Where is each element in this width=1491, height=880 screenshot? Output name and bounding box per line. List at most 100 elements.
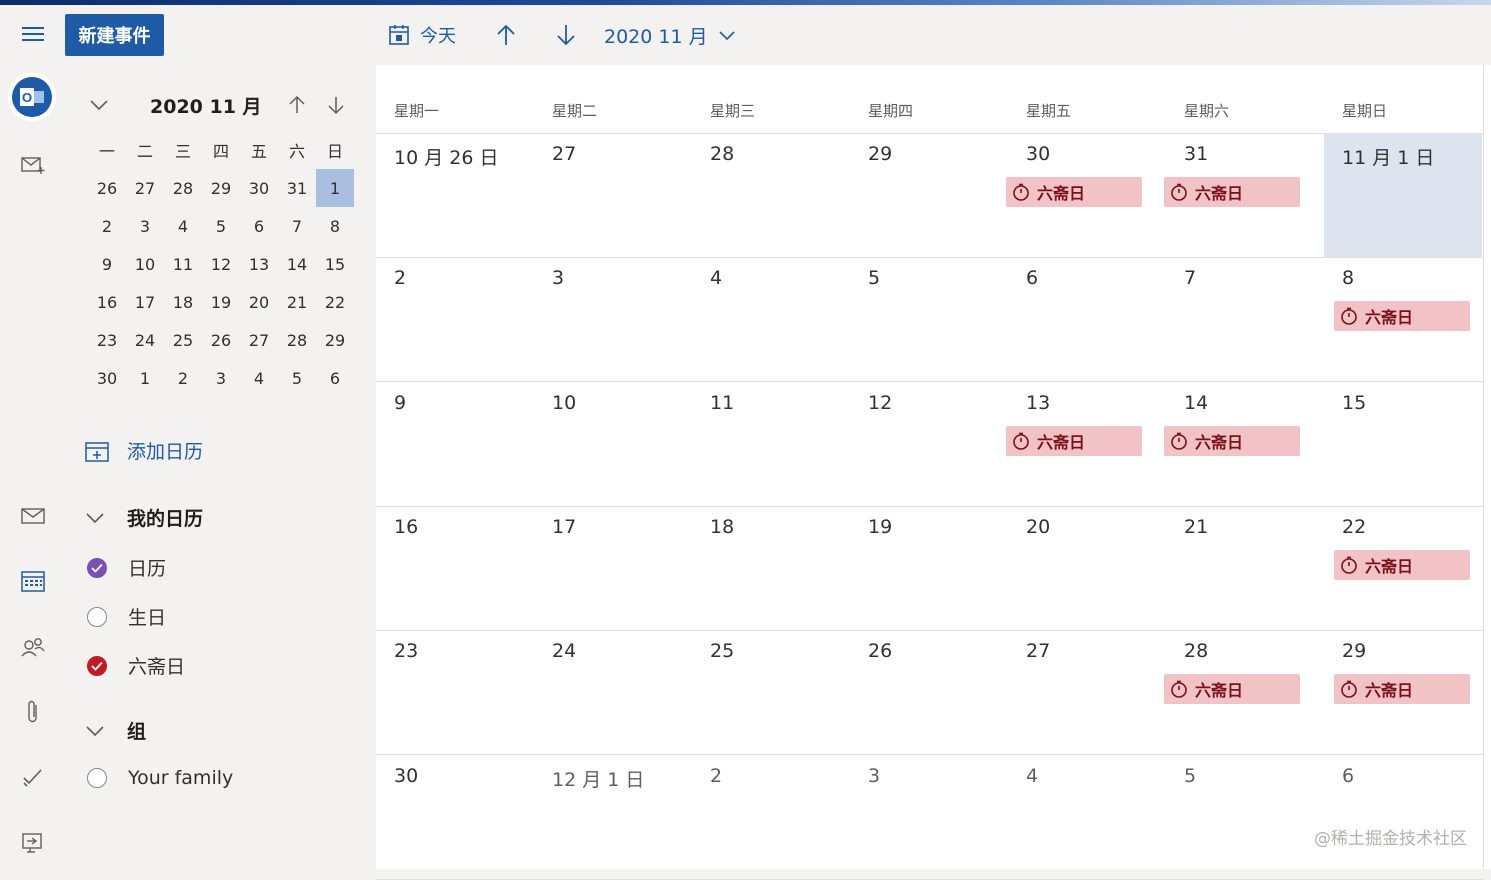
mini-day-cell[interactable]: 30 xyxy=(88,359,126,397)
move-to-icon[interactable] xyxy=(0,822,65,862)
add-calendar-link[interactable]: 添加日历 xyxy=(85,437,203,464)
mini-day-cell[interactable]: 5 xyxy=(202,207,240,245)
event-chip[interactable]: 六斋日 xyxy=(1164,177,1300,207)
day-cell[interactable]: 3 xyxy=(850,755,1008,879)
mini-day-cell[interactable]: 17 xyxy=(126,283,164,321)
day-cell[interactable]: 28 六斋日 xyxy=(1164,630,1324,754)
mini-day-cell[interactable]: 28 xyxy=(164,169,202,207)
day-cell[interactable]: 8 六斋日 xyxy=(1324,257,1482,381)
calendar-item-rili[interactable]: 日历 xyxy=(87,554,166,581)
mini-day-cell[interactable]: 26 xyxy=(202,321,240,359)
today-button[interactable]: 今天 xyxy=(388,18,456,52)
day-cell[interactable]: 4 xyxy=(692,257,850,381)
unchecked-circle-icon[interactable] xyxy=(87,768,107,788)
mini-day-cell[interactable]: 26 xyxy=(88,169,126,207)
day-cell[interactable]: 5 xyxy=(850,257,1008,381)
mini-day-cell[interactable]: 21 xyxy=(278,283,316,321)
day-cell[interactable]: 31 六斋日 xyxy=(1164,133,1324,257)
event-chip[interactable]: 六斋日 xyxy=(1006,425,1142,456)
day-cell[interactable]: 30 xyxy=(376,755,534,879)
calendar-icon[interactable] xyxy=(0,561,65,601)
mini-next-arrow-icon[interactable] xyxy=(327,95,345,115)
day-cell[interactable]: 25 xyxy=(692,630,850,754)
day-cell[interactable]: 26 xyxy=(850,630,1008,754)
mini-day-cell[interactable]: 18 xyxy=(164,283,202,321)
day-cell[interactable]: 19 xyxy=(850,506,1008,630)
mini-day-cell[interactable]: 1 xyxy=(316,169,354,207)
people-icon[interactable] xyxy=(0,627,65,667)
day-cell[interactable]: 28 xyxy=(692,133,850,257)
mini-day-cell[interactable]: 9 xyxy=(88,245,126,283)
mini-day-cell[interactable]: 16 xyxy=(88,283,126,321)
day-cell[interactable]: 7 xyxy=(1166,257,1324,381)
mini-day-cell[interactable]: 12 xyxy=(202,245,240,283)
day-cell[interactable]: 15 xyxy=(1324,382,1482,506)
period-picker[interactable]: 2020 11 月 xyxy=(604,18,736,52)
checked-circle-icon[interactable] xyxy=(87,655,107,676)
attachment-icon[interactable] xyxy=(0,692,65,732)
menu-icon[interactable] xyxy=(20,23,46,47)
my-calendars-header[interactable]: 我的日历 xyxy=(85,504,203,531)
mini-day-cell[interactable]: 31 xyxy=(278,169,316,207)
collapse-chevron-icon[interactable] xyxy=(89,98,109,112)
day-cell[interactable]: 27 xyxy=(534,133,692,257)
group-item-your-family[interactable]: Your family xyxy=(87,767,233,789)
day-cell[interactable]: 23 xyxy=(376,630,534,754)
day-cell[interactable]: 6 xyxy=(1008,257,1166,381)
day-cell[interactable]: 3 xyxy=(534,257,692,381)
mini-day-cell[interactable]: 10 xyxy=(126,245,164,283)
day-cell[interactable]: 4 xyxy=(1008,755,1166,879)
previous-period-button[interactable] xyxy=(489,18,523,52)
mini-day-cell[interactable]: 3 xyxy=(202,359,240,397)
new-mail-icon[interactable] xyxy=(0,145,65,185)
mini-day-cell[interactable]: 6 xyxy=(240,207,278,245)
mini-day-cell[interactable]: 2 xyxy=(164,359,202,397)
day-cell[interactable]: 11 xyxy=(692,382,850,506)
day-cell[interactable]: 17 xyxy=(534,506,692,630)
event-chip[interactable]: 六斋日 xyxy=(1334,301,1470,332)
unchecked-circle-icon[interactable] xyxy=(87,606,107,627)
mini-day-cell[interactable]: 30 xyxy=(240,169,278,207)
day-cell[interactable]: 24 xyxy=(534,630,692,754)
calendar-item-liuzhai[interactable]: 六斋日 xyxy=(87,652,185,679)
mini-day-cell[interactable]: 4 xyxy=(164,207,202,245)
mini-day-cell[interactable]: 6 xyxy=(316,359,354,397)
mini-day-cell[interactable]: 3 xyxy=(126,207,164,245)
groups-header[interactable]: 组 xyxy=(85,717,146,744)
day-cell[interactable]: 20 xyxy=(1008,506,1166,630)
day-cell[interactable]: 30 六斋日 xyxy=(1006,133,1166,257)
next-period-button[interactable] xyxy=(549,18,583,52)
todo-check-icon[interactable] xyxy=(0,757,65,797)
mini-day-cell[interactable]: 24 xyxy=(126,321,164,359)
mini-day-cell[interactable]: 11 xyxy=(164,245,202,283)
mini-day-cell[interactable]: 28 xyxy=(278,321,316,359)
day-cell[interactable]: 27 xyxy=(1008,630,1166,754)
event-chip[interactable]: 六斋日 xyxy=(1164,674,1300,705)
event-chip[interactable]: 六斋日 xyxy=(1334,674,1470,705)
calendar-item-birthday[interactable]: 生日 xyxy=(87,603,166,630)
day-cell[interactable]: 6 xyxy=(1324,755,1482,879)
mini-day-cell[interactable]: 4 xyxy=(240,359,278,397)
outlook-app-icon[interactable]: O xyxy=(8,73,56,121)
day-cell[interactable]: 2 xyxy=(376,257,534,381)
mini-day-cell[interactable]: 15 xyxy=(316,245,354,283)
mini-day-cell[interactable]: 19 xyxy=(202,283,240,321)
day-cell[interactable]: 18 xyxy=(692,506,850,630)
mini-day-cell[interactable]: 8 xyxy=(316,207,354,245)
mini-day-cell[interactable]: 29 xyxy=(202,169,240,207)
mini-day-cell[interactable]: 27 xyxy=(126,169,164,207)
mini-day-cell[interactable]: 25 xyxy=(164,321,202,359)
mini-day-cell[interactable]: 20 xyxy=(240,283,278,321)
day-cell[interactable]: 10 xyxy=(534,382,692,506)
mini-day-cell[interactable]: 29 xyxy=(316,321,354,359)
event-chip[interactable]: 六斋日 xyxy=(1164,425,1300,456)
day-cell[interactable]: 11 月 1 日 xyxy=(1324,133,1482,257)
mini-day-cell[interactable]: 23 xyxy=(88,321,126,359)
mini-day-cell[interactable]: 22 xyxy=(316,283,354,321)
mini-day-cell[interactable]: 1 xyxy=(126,359,164,397)
mini-day-cell[interactable]: 5 xyxy=(278,359,316,397)
day-cell[interactable]: 5 xyxy=(1166,755,1324,879)
mini-day-cell[interactable]: 7 xyxy=(278,207,316,245)
day-cell[interactable]: 13 六斋日 xyxy=(1006,382,1166,506)
day-cell[interactable]: 21 xyxy=(1166,506,1324,630)
